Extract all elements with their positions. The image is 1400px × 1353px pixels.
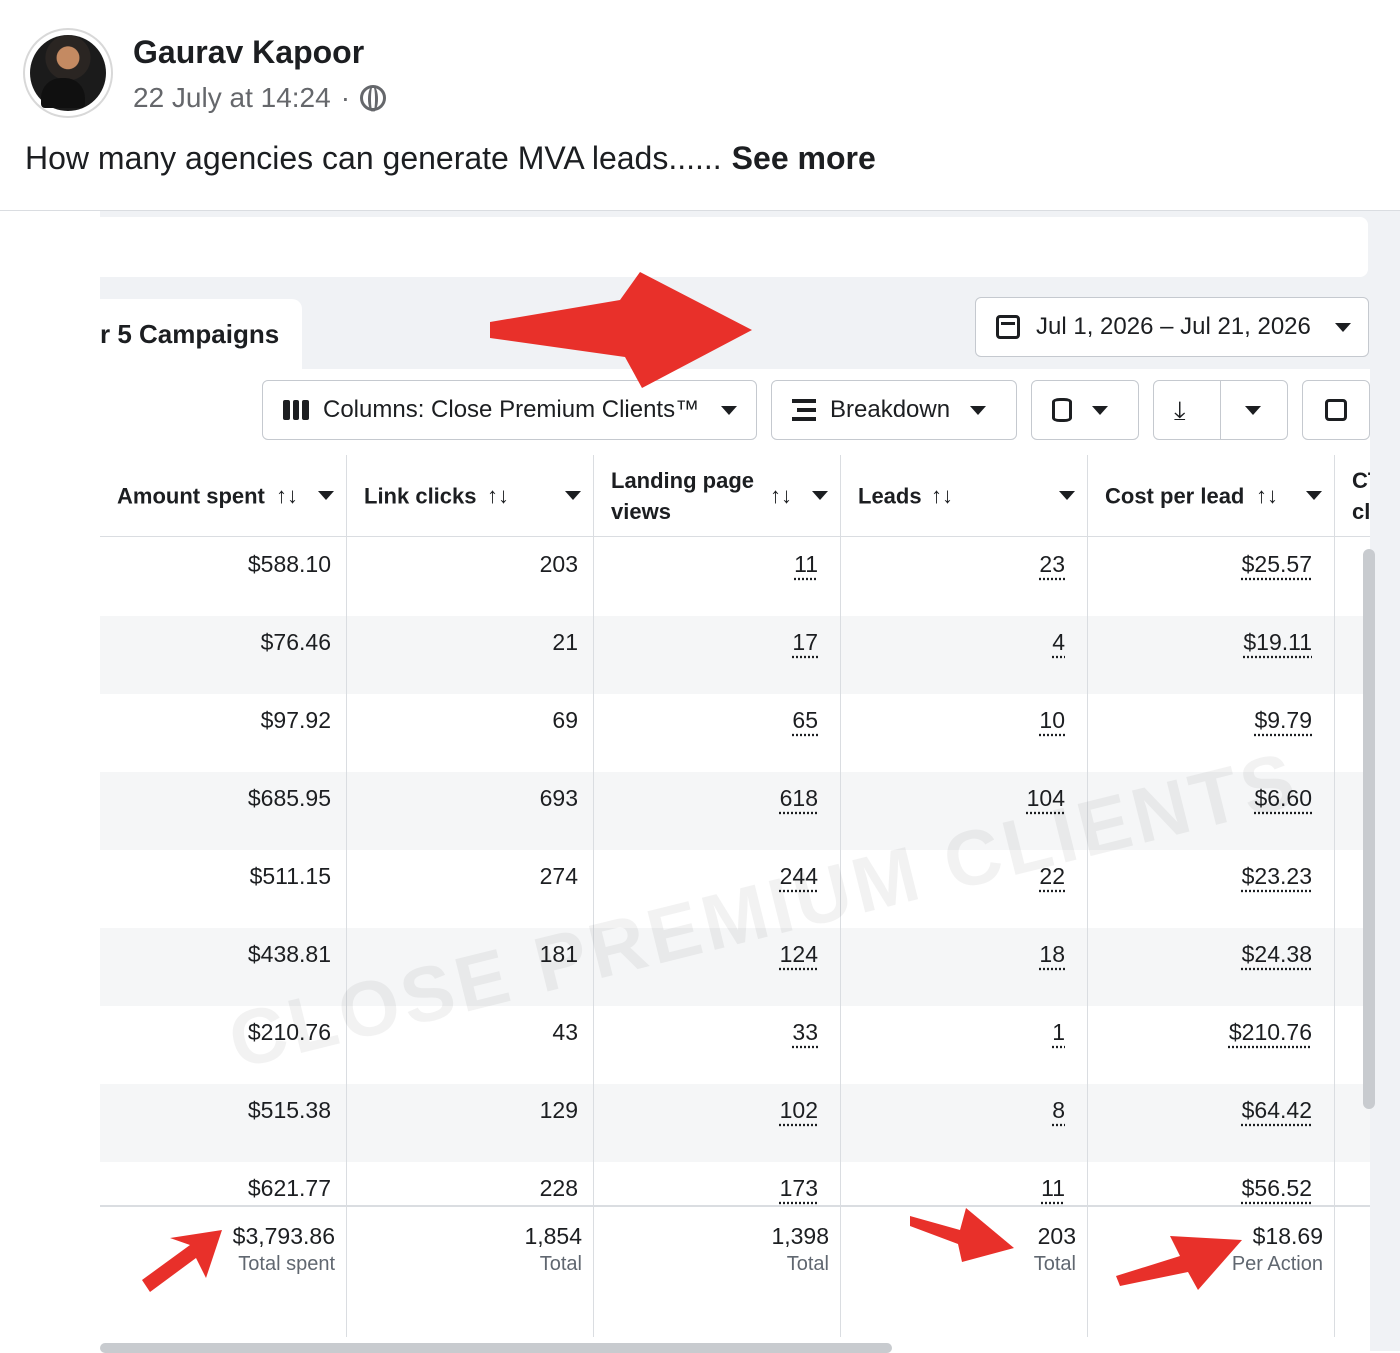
table-row[interactable]: $515.38 129 102 8 $64.42 (100, 1084, 1370, 1162)
total-cpl: $18.69 (1088, 1221, 1323, 1251)
date-range-picker[interactable]: Jul 1, 2026 – Jul 21, 2026 (975, 297, 1369, 357)
globe-icon[interactable] (360, 85, 386, 111)
chevron-down-icon (970, 406, 986, 415)
breakdown-label: Breakdown (830, 396, 950, 424)
breakdown-button[interactable]: Breakdown (771, 380, 1017, 440)
ads-manager-screenshot: r 5 Campaigns Jul 1, 2026 – Jul 21, 2026… (100, 211, 1400, 1351)
chevron-down-icon[interactable] (1306, 491, 1322, 500)
header-leads[interactable]: Leads ↑↓ (841, 455, 1088, 537)
totals-row: $3,793.86 Total spent 1,854 Total 1,398 … (100, 1205, 1370, 1339)
header-ctr[interactable]: CT cli (1335, 455, 1370, 537)
total-leads-cell: 203 Total (841, 1207, 1076, 1276)
cell-cpl[interactable]: $64.42 (100, 1084, 1312, 1162)
post-header: Gaurav Kapoor 22 July at 14:24 · How man… (0, 0, 1400, 211)
total-amount-cell: $3,793.86 Total spent (100, 1207, 335, 1276)
header-label: Landing page views (611, 465, 771, 527)
total-clicks: 1,854 (347, 1221, 582, 1251)
total-clicks-cell: 1,854 Total (347, 1207, 582, 1276)
post-text: How many agencies can generate MVA leads… (25, 140, 876, 177)
header-landing-page-views[interactable]: Landing page views ↑↓ (594, 455, 841, 537)
header-amount-spent[interactable]: Amount spent ↑↓ (100, 455, 347, 537)
cell-cpl[interactable]: $24.38 (100, 928, 1312, 1006)
vertical-scrollbar[interactable] (1363, 549, 1375, 1109)
calendar-icon (996, 315, 1020, 339)
top-bar (100, 217, 1368, 277)
author-name[interactable]: Gaurav Kapoor (133, 34, 364, 71)
chevron-down-icon (1092, 406, 1108, 415)
tab-campaigns[interactable]: r 5 Campaigns (100, 299, 302, 369)
post-timestamp[interactable]: 22 July at 14:24 (133, 82, 331, 114)
horizontal-scrollbar[interactable] (100, 1343, 892, 1353)
see-more-link[interactable]: See more (732, 140, 876, 176)
cell-cpl[interactable]: $25.57 (100, 538, 1312, 616)
date-range-label: Jul 1, 2026 – Jul 21, 2026 (1036, 313, 1311, 341)
meta-separator: · (341, 82, 350, 114)
header-label: Leads (858, 480, 928, 511)
cell-cpl[interactable]: $210.76 (100, 1006, 1312, 1084)
export-button[interactable]: ⤓ (1153, 380, 1221, 440)
total-lpv-cell: 1,398 Total (594, 1207, 829, 1276)
total-leads-label: Total (841, 1253, 1076, 1276)
cell-cpl[interactable]: $23.23 (100, 850, 1312, 928)
columns-button[interactable]: Columns: Close Premium Clients™ (262, 380, 757, 440)
chevron-down-icon (1335, 323, 1351, 332)
table-row[interactable]: $588.10 203 11 23 $25.57 (100, 538, 1370, 616)
sort-icon[interactable]: ↑↓ (487, 483, 509, 509)
sort-icon[interactable]: ↑↓ (276, 483, 298, 509)
header-label: Amount spent (117, 480, 267, 511)
chevron-down-icon (721, 406, 737, 415)
table-row[interactable]: $97.92 69 65 10 $9.79 (100, 694, 1370, 772)
columns-label: Columns: Close Premium Clients™ (323, 396, 699, 424)
total-lpv-label: Total (594, 1253, 829, 1276)
total-cpl-label: Per Action (1088, 1253, 1323, 1276)
author-avatar[interactable] (25, 30, 111, 116)
table-panel: Columns: Close Premium Clients™ Breakdow… (100, 369, 1370, 1351)
total-amount: $3,793.86 (100, 1221, 335, 1251)
column-divider (1087, 455, 1088, 1337)
header-link-clicks[interactable]: Link clicks ↑↓ (347, 455, 594, 537)
sort-icon[interactable]: ↑↓ (770, 483, 792, 509)
chevron-down-icon[interactable] (565, 491, 581, 500)
total-clicks-label: Total (347, 1253, 582, 1276)
chevron-down-icon[interactable] (318, 491, 334, 500)
column-divider (1334, 455, 1335, 1337)
post-meta: 22 July at 14:24 · (133, 82, 386, 114)
columns-icon (283, 400, 309, 420)
trend-chart-icon (1325, 399, 1347, 421)
header-label: CT cli (1352, 465, 1370, 527)
table-row[interactable]: $76.46 21 17 4 $19.11 (100, 616, 1370, 694)
header-label: Cost per lead (1105, 480, 1255, 511)
post-body: How many agencies can generate MVA leads… (25, 140, 722, 176)
total-leads: 203 (841, 1221, 1076, 1251)
reports-button[interactable] (1031, 380, 1139, 440)
cell-cpl[interactable]: $6.60 (100, 772, 1312, 850)
header-cost-per-lead[interactable]: Cost per lead ↑↓ (1088, 455, 1335, 537)
chevron-down-icon[interactable] (1059, 491, 1075, 500)
total-lpv: 1,398 (594, 1221, 829, 1251)
breakdown-icon (792, 399, 816, 421)
column-divider (840, 455, 841, 1337)
sort-icon[interactable]: ↑↓ (1256, 483, 1278, 509)
column-divider (346, 455, 347, 1337)
sort-icon[interactable]: ↑↓ (931, 483, 953, 509)
chevron-down-icon[interactable] (812, 491, 828, 500)
database-icon (1052, 398, 1072, 422)
table-row[interactable]: $210.76 43 33 1 $210.76 (100, 1006, 1370, 1084)
charts-button[interactable] (1302, 380, 1370, 440)
chevron-down-icon (1245, 406, 1261, 415)
table-row[interactable]: $685.95 693 618 104 $6.60 (100, 772, 1370, 850)
download-icon: ⤓ (1174, 397, 1186, 423)
cell-cpl[interactable]: $19.11 (100, 616, 1312, 694)
total-amount-label: Total spent (100, 1253, 335, 1276)
table-row[interactable]: $438.81 181 124 18 $24.38 (100, 928, 1370, 1006)
cell-cpl[interactable]: $9.79 (100, 694, 1312, 772)
total-cpl-cell: $18.69 Per Action (1088, 1207, 1323, 1276)
column-divider (593, 455, 594, 1337)
header-label: Link clicks (364, 480, 494, 511)
export-options-button[interactable] (1220, 380, 1288, 440)
table-row[interactable]: $511.15 274 244 22 $23.23 (100, 850, 1370, 928)
